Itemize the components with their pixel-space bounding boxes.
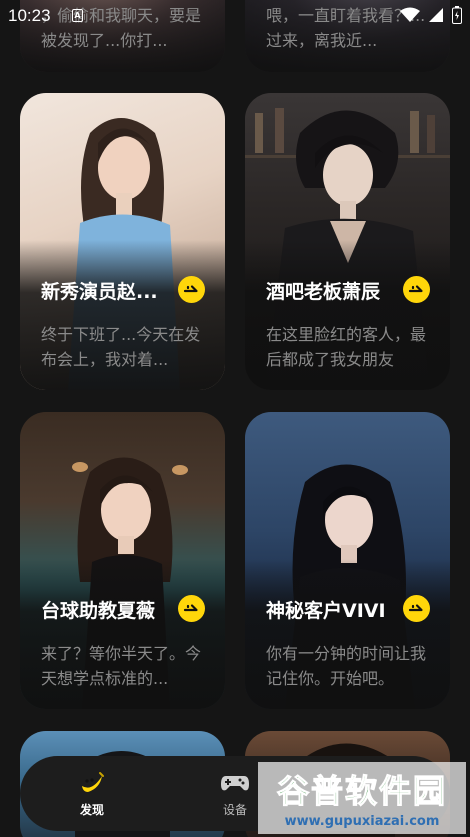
status-bar: 10:23 A: [0, 0, 470, 32]
character-card[interactable]: 神秘客户VIVI 你有一分钟的时间让我记住你。开始吧。: [245, 412, 450, 709]
tab-device[interactable]: 设备: [220, 768, 250, 818]
card-name: 台球助教夏薇: [41, 600, 156, 622]
wifi-icon: [400, 7, 420, 22]
chat-arrow-button[interactable]: [403, 595, 430, 622]
card-description: 在这里脸红的客人，最后都成了我女朋友: [266, 325, 427, 369]
arrow-right-icon: [408, 604, 423, 612]
svg-text:www.gupuxiazai.com: www.gupuxiazai.com: [285, 814, 440, 829]
arrow-right-icon: [408, 285, 423, 293]
card-description: 来了？等你半天了。今天想学点标准的...: [41, 644, 202, 688]
tab-discover-label: 发现: [79, 803, 104, 817]
arrow-right-icon: [183, 285, 198, 293]
card-name: 新秀演员赵...: [41, 281, 158, 303]
tab-discover[interactable]: 发现: [78, 768, 106, 818]
watermark-logo: 谷普软件园 www.gupuxiazai.com: [258, 762, 466, 834]
site-watermark: 谷普软件园 www.gupuxiazai.com: [258, 762, 466, 834]
arrow-right-icon: [183, 604, 198, 612]
status-time: 10:23: [8, 6, 51, 25]
tab-device-label: 设备: [222, 803, 247, 817]
card-name: 神秘客户VIVI: [266, 600, 386, 622]
battery-icon: [452, 6, 462, 24]
signal-icon: [429, 8, 443, 22]
gamepad-icon: [221, 776, 249, 791]
status-icons: [400, 6, 462, 24]
character-card[interactable]: 酒吧老板萧辰 在这里脸红的客人，最后都成了我女朋友: [245, 93, 450, 390]
character-card[interactable]: 台球助教夏薇 来了？等你半天了。今天想学点标准的...: [20, 412, 225, 709]
chat-arrow-button[interactable]: [178, 276, 205, 303]
svg-text:谷普软件园: 谷普软件园: [277, 772, 447, 810]
card-description: 你有一分钟的时间让我记住你。开始吧。: [266, 644, 427, 688]
character-card[interactable]: 新秀演员赵... 终于下班了...今天在发布会上，我对着...: [20, 93, 225, 390]
card-description: 终于下班了...今天在发布会上，我对着...: [41, 325, 201, 369]
banana-icon: [82, 772, 104, 792]
chat-arrow-button[interactable]: [403, 276, 430, 303]
app-notification-icon: A: [72, 9, 83, 22]
chat-arrow-button[interactable]: [178, 595, 205, 622]
card-name: 酒吧老板萧辰: [266, 281, 381, 303]
